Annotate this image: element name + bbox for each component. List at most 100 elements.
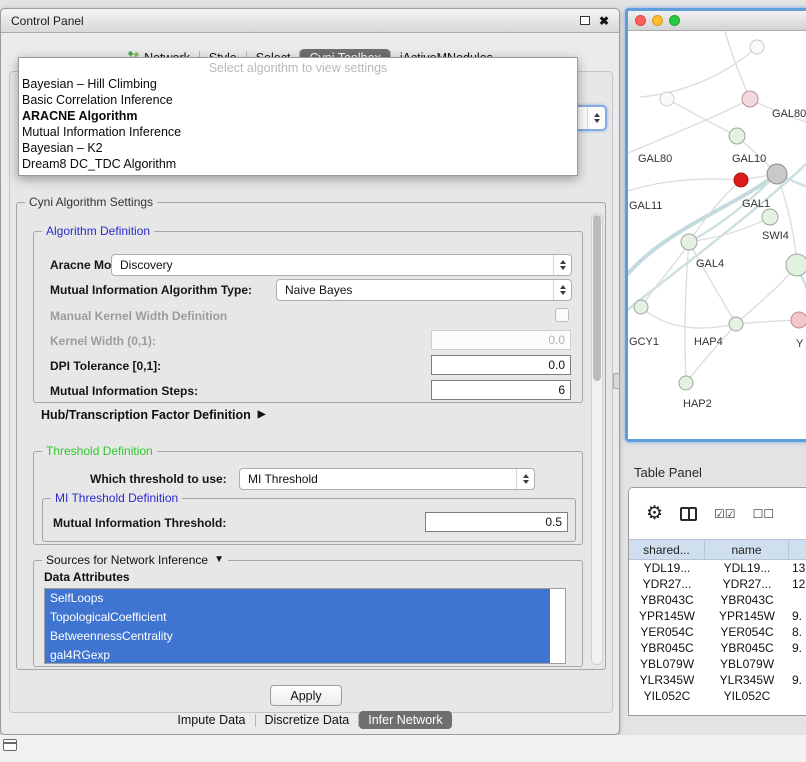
attribute-item[interactable]: BetweennessCentrality — [45, 627, 550, 646]
checked-boxes-icon[interactable]: ☑☑ — [714, 507, 736, 521]
node-label: GAL11 — [629, 200, 662, 212]
table-cell — [789, 592, 806, 608]
network-node[interactable] — [762, 209, 778, 225]
algorithm-option[interactable]: Mutual Information Inference — [19, 124, 577, 140]
table-cell: YLR345W — [629, 672, 705, 688]
table-header: shared...name — [629, 539, 806, 560]
table-row[interactable]: YBR045CYBR045C9. — [629, 640, 806, 656]
node-label: SWI4 — [762, 230, 789, 242]
network-node[interactable] — [679, 376, 693, 390]
network-node[interactable] — [734, 173, 748, 187]
minimize-traffic-light-icon[interactable] — [652, 15, 663, 26]
network-canvas[interactable]: GAL80GAL80GAL10GAL11GAL1SWI4GAL4GCY1HAP4… — [628, 31, 806, 439]
close-traffic-light-icon[interactable] — [635, 15, 646, 26]
network-node[interactable] — [660, 92, 674, 106]
node-label: GAL10 — [732, 153, 766, 165]
table-cell: YIL052C — [629, 688, 705, 704]
table-row[interactable]: YPR145WYPR145W9. — [629, 608, 806, 624]
tab-label: Infer Network — [368, 713, 442, 727]
table-cell: YER054C — [705, 624, 789, 640]
network-node[interactable] — [767, 164, 787, 184]
table-row[interactable]: YBL079WYBL079W — [629, 656, 806, 672]
network-node[interactable] — [681, 234, 697, 250]
node-label: GAL4 — [696, 258, 724, 270]
which-threshold-label: Which threshold to use: — [90, 472, 227, 486]
apply-button[interactable]: Apply — [270, 685, 342, 706]
table-row[interactable]: YBR043CYBR043C — [629, 592, 806, 608]
algorithm-option[interactable]: Basic Correlation Inference — [19, 92, 577, 108]
close-icon[interactable]: ✖ — [599, 15, 609, 27]
column-header[interactable] — [789, 540, 806, 559]
network-window-titlebar[interactable] — [628, 11, 806, 31]
mi-algorithm-type-label: Mutual Information Algorithm Type: — [50, 283, 252, 297]
hub-section-toggle[interactable]: Hub/Transcription Factor Definition ▶ — [41, 408, 265, 422]
scrollbar-thumb[interactable] — [593, 215, 601, 381]
table-cell: YBR045C — [629, 640, 705, 656]
tab-impute-data[interactable]: Impute Data — [168, 711, 254, 729]
algorithm-option[interactable]: Bayesian – K2 — [19, 140, 577, 156]
mi-threshold-field[interactable] — [425, 512, 568, 532]
mi-threshold-definition-group: MI Threshold Definition Mutual Informati… — [42, 498, 576, 542]
kernel-width-field[interactable] — [431, 330, 571, 350]
table-cell: YBR043C — [629, 592, 705, 608]
algorithm-option[interactable]: ARACNE Algorithm — [19, 108, 577, 124]
network-graph: GAL80GAL80GAL10GAL11GAL1SWI4GAL4GCY1HAP4… — [628, 31, 806, 439]
column-header[interactable]: name — [705, 540, 789, 559]
columns-icon[interactable] — [680, 507, 697, 521]
algorithm-option[interactable]: Dream8 DC_TDC Algorithm — [19, 156, 577, 172]
window-title: Control Panel — [11, 14, 84, 28]
settings-scrollbar[interactable] — [591, 213, 603, 665]
table-row[interactable]: YER054CYER054C8. — [629, 624, 806, 640]
network-node[interactable] — [791, 312, 806, 328]
table-cell: 9. — [789, 640, 806, 656]
panel-resize-grip[interactable] — [613, 373, 620, 389]
network-node[interactable] — [729, 317, 743, 331]
table-cell: YIL052C — [705, 688, 789, 704]
algorithm-popup: Select algorithm to view settings Bayesi… — [18, 57, 578, 176]
unchecked-boxes-icon[interactable]: ☐☐ — [753, 507, 775, 521]
gear-icon[interactable]: ⚙ — [646, 504, 663, 523]
manual-kernel-width-checkbox[interactable] — [555, 308, 569, 322]
tab-label: Impute Data — [177, 713, 245, 727]
table-row[interactable]: YIL052CYIL052C — [629, 688, 806, 704]
table-cell: YBL079W — [629, 656, 705, 672]
table-row[interactable]: YDL19...YDL19...13 — [629, 560, 806, 576]
sources-label: Sources for Network Inference — [46, 553, 208, 567]
tab-infer-network[interactable]: Infer Network — [359, 711, 451, 729]
network-node[interactable] — [742, 91, 758, 107]
node-label: GAL80 — [638, 153, 672, 165]
table-cell — [789, 656, 806, 672]
network-node[interactable] — [750, 40, 764, 54]
column-header[interactable]: shared... — [629, 540, 705, 559]
combo-stepper-icon — [553, 255, 571, 275]
table-panel-window: ⚙ ☑☑ ☐☐ shared...name YDL19...YDL19...13… — [628, 487, 806, 716]
algorithm-option[interactable]: Bayesian – Hill Climbing — [19, 76, 577, 92]
attribute-item[interactable]: TopologicalCoefficient — [45, 608, 550, 627]
collapse-arrow-icon: ▼ — [214, 555, 224, 565]
mi-algorithm-type-select[interactable]: Naive Bayes — [276, 279, 572, 301]
which-threshold-select[interactable]: MI Threshold — [239, 468, 535, 490]
combo-stepper-icon — [516, 469, 534, 489]
dpi-tolerance-field[interactable] — [431, 355, 571, 375]
sources-section-title[interactable]: Sources for Network Inference ▼ — [42, 553, 228, 567]
mi-steps-field[interactable] — [431, 380, 571, 400]
table-cell: YDL19... — [629, 560, 705, 576]
table-cell: YBL079W — [705, 656, 789, 672]
float-window-icon[interactable] — [580, 16, 590, 25]
data-attributes-list[interactable]: SelfLoopsTopologicalCoefficientBetweenne… — [44, 588, 566, 664]
network-node[interactable] — [786, 254, 806, 276]
control-panel-titlebar[interactable]: Control Panel ✖ — [1, 9, 619, 33]
node-label: HAP2 — [683, 398, 712, 410]
panel-dock-icon[interactable] — [3, 739, 17, 751]
zoom-traffic-light-icon[interactable] — [669, 15, 680, 26]
attribute-item[interactable]: gal4RGexp — [45, 646, 550, 664]
table-row[interactable]: YLR345WYLR345W9. — [629, 672, 806, 688]
network-node[interactable] — [729, 128, 745, 144]
network-node[interactable] — [634, 300, 648, 314]
tab-discretize-data[interactable]: Discretize Data — [256, 711, 359, 729]
table-cell: YPR145W — [629, 608, 705, 624]
table-row[interactable]: YDR27...YDR27...12 — [629, 576, 806, 592]
threshold-definition-title: Threshold Definition — [42, 444, 157, 458]
aracne-mode-select[interactable]: Discovery — [111, 254, 572, 276]
attribute-item[interactable]: SelfLoops — [45, 589, 550, 608]
